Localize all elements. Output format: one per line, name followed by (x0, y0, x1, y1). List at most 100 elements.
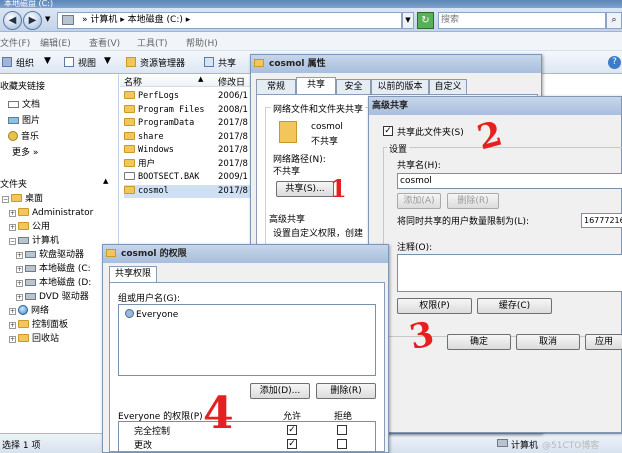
user-item-everyone[interactable]: Everyone (125, 309, 178, 320)
file-row[interactable]: PerfLogs (124, 90, 179, 103)
ok-button[interactable]: 确定 (447, 334, 511, 350)
tab-general[interactable]: 常规 (256, 79, 296, 94)
tree-item-label: 桌面 (25, 194, 44, 204)
sort-icon[interactable]: ▲ (198, 75, 203, 83)
properties-title-bar[interactable]: cosmol 属性 (251, 55, 541, 73)
expand-icon[interactable]: + (9, 322, 16, 329)
file-row[interactable]: ProgramData (124, 117, 194, 130)
column-header: 名称 ▲ 修改日 (120, 74, 250, 88)
tree-item[interactable]: + DVD 驱动器 (16, 290, 89, 304)
expand-icon[interactable]: + (16, 252, 23, 259)
music-icon (8, 131, 18, 141)
file-row[interactable]: Program Files (124, 104, 205, 117)
menu-view[interactable]: 查看(V) (89, 36, 120, 49)
caching-button[interactable]: 缓存(C) (477, 298, 552, 314)
users-group-icon (125, 309, 134, 318)
tab-security[interactable]: 安全 (336, 79, 371, 94)
permission-allow-checkbox[interactable]: ✓ (287, 425, 297, 435)
apply-button[interactable]: 应用 (585, 334, 622, 350)
tree-item[interactable]: + 控制面板 (9, 318, 68, 332)
permission-deny-checkbox[interactable] (337, 425, 347, 435)
remove-user-button[interactable]: 删除(R) (316, 383, 376, 399)
expand-icon[interactable]: + (9, 336, 16, 343)
user-limit-field[interactable]: 16777216 (581, 213, 622, 228)
comment-field[interactable] (397, 254, 622, 292)
favorite-documents[interactable]: 文档 (8, 98, 40, 112)
tree-item-label: 本地磁盘 (D: (39, 278, 92, 288)
remove-share-button[interactable]: 删除(R) (447, 193, 499, 209)
expand-icon[interactable]: + (9, 224, 16, 231)
expand-icon[interactable]: − (2, 196, 9, 203)
tree-item[interactable]: + 本地磁盘 (D: (16, 276, 91, 290)
tab-sharing[interactable]: 共享 (296, 77, 336, 94)
add-user-button[interactable]: 添加(D)... (250, 383, 310, 399)
tree-item[interactable]: + Administrator (9, 206, 93, 220)
address-dropdown-icon[interactable]: ▼ (402, 12, 414, 29)
address-segment-computer[interactable]: 计算机 (90, 15, 117, 25)
expand-icon[interactable]: + (9, 210, 16, 217)
window-title-bar[interactable]: 本地磁盘 (C:) (0, 0, 622, 8)
expand-icon[interactable]: + (16, 266, 23, 273)
menu-help[interactable]: 帮助(H) (186, 36, 218, 49)
expand-icon[interactable]: + (16, 294, 23, 301)
share-folder-checkbox[interactable]: ✓ (383, 126, 393, 136)
folders-collapse-icon[interactable]: ▲ (103, 177, 108, 185)
column-date[interactable]: 修改日 (218, 75, 245, 88)
column-name[interactable]: 名称 (124, 75, 142, 88)
tree-item[interactable]: − 桌面 (2, 192, 43, 206)
search-input[interactable]: 搜索 (438, 12, 606, 29)
permissions-title-bar[interactable]: cosmol 的权限 (103, 245, 388, 263)
file-row[interactable]: 用户 (124, 158, 155, 171)
search-icon[interactable]: ⌕ (606, 12, 622, 29)
menu-tools[interactable]: 工具(T) (137, 36, 168, 49)
menu-edit[interactable]: 编辑(E) (40, 36, 71, 49)
share-folder-label[interactable]: 共享此文件夹(S) (397, 125, 464, 138)
tree-item[interactable]: + 网络 (9, 304, 49, 318)
expand-icon[interactable]: + (9, 308, 16, 315)
favorite-pictures[interactable]: 图片 (8, 114, 40, 128)
share-name-field[interactable]: cosmol (397, 173, 622, 189)
tab-previous-versions[interactable]: 以前的版本 (371, 79, 429, 94)
settings-label: 设置 (387, 142, 410, 155)
permission-deny-checkbox[interactable] (337, 439, 347, 449)
permissions-button[interactable]: 权限(P) (397, 298, 472, 314)
expand-icon[interactable]: − (9, 238, 16, 245)
add-share-button[interactable]: 添加(A) (397, 193, 441, 209)
advanced-title-bar[interactable]: 高级共享 (369, 97, 621, 115)
expand-icon[interactable]: + (16, 280, 23, 287)
file-row[interactable]: BOOTSECT.BAK (124, 171, 199, 184)
file-row[interactable]: Windows (124, 144, 174, 157)
address-segment-drive[interactable]: 本地磁盘 (C:) (128, 15, 183, 25)
refresh-icon[interactable]: ↻ (417, 12, 434, 29)
tab-share-permissions[interactable]: 共享权限 (109, 266, 157, 283)
share-button[interactable]: 共享(S)... (276, 181, 334, 197)
views-dropdown-icon[interactable]: ▼ (104, 56, 111, 66)
help-icon[interactable]: ? (608, 56, 621, 69)
tree-item[interactable]: + 软盘驱动器 (16, 248, 84, 262)
organize-dropdown-icon[interactable]: ▼ (44, 56, 51, 66)
tree-item[interactable]: − 计算机 (9, 234, 59, 248)
tree-item[interactable]: + 回收站 (9, 332, 59, 346)
favorites-more-link[interactable]: 更多 » (12, 146, 38, 160)
views-button[interactable]: 视图 (78, 56, 96, 69)
cancel-button[interactable]: 取消 (516, 334, 580, 350)
explorer-button[interactable]: 资源管理器 (140, 56, 185, 69)
file-name: Program Files (138, 104, 205, 115)
forward-icon[interactable]: ▶ (23, 11, 42, 30)
tree-item[interactable]: + 公用 (9, 220, 50, 234)
history-dropdown-icon[interactable]: ▼ (45, 15, 50, 23)
back-icon[interactable]: ◀ (3, 11, 22, 30)
file-row[interactable]: share (124, 131, 164, 144)
menu-file[interactable]: 文件(F) (0, 36, 30, 49)
organize-button[interactable]: 组织 (16, 56, 34, 69)
address-field[interactable]: » 计算机 ▸ 本地磁盘 (C:) ▸ (57, 12, 402, 29)
user-list[interactable]: Everyone (118, 304, 376, 376)
tree-item-label: 本地磁盘 (C: (39, 264, 91, 274)
permission-allow-checkbox[interactable]: ✓ (287, 439, 297, 449)
tree-item[interactable]: + 本地磁盘 (C: (16, 262, 91, 276)
file-name: Windows (138, 145, 174, 155)
tab-customize[interactable]: 自定义 (429, 79, 467, 94)
favorite-music[interactable]: 音乐 (8, 130, 39, 144)
share-toolbar-button[interactable]: 共享 (218, 56, 236, 69)
file-date: 2017/8 (218, 118, 248, 128)
